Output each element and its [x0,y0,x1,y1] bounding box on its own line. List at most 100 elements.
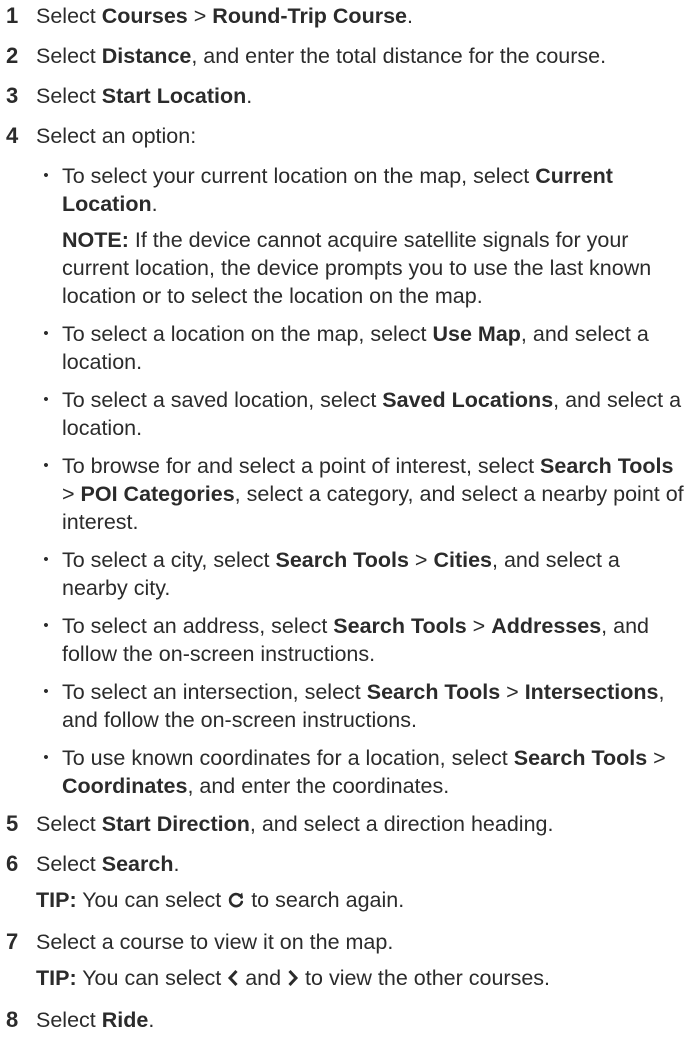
tip-label: TIP: [36,888,77,912]
text-run: To select an intersection, select [62,680,367,704]
chevron-left-icon [227,966,239,994]
text-run: > [466,614,492,638]
text-run: To select an address, select [62,614,334,638]
text-run: > [500,680,525,704]
option-text: To select a saved location, select Saved… [62,386,688,442]
option-item: • To use known coordinates for a location… [36,744,688,800]
step-number: 2 [6,43,19,68]
step-number: 7 [6,929,19,954]
ui-term: Search Tools [333,614,467,638]
step-6: 6 Select Search. TIP: You can select to se… [6,850,688,916]
bullet-marker: • [43,551,49,568]
text-run: You can select [76,966,228,990]
step-text: Select Start Location. [36,82,688,110]
bullet-marker: • [43,683,49,700]
option-item: • To select a saved location, select Save… [36,386,688,442]
step-number: 4 [6,123,19,148]
bullet-marker: • [43,391,49,408]
step-number: 5 [6,811,19,836]
option-item: • To select an intersection, select Searc… [36,678,688,734]
ui-term: Use Map [432,322,521,346]
option-text: To select a location on the map, select … [62,320,688,376]
text-run: > [62,482,81,506]
text-run: > [408,548,434,572]
step-number: 1 [6,3,19,28]
text-run: > [647,746,666,770]
text-run: to view the other courses. [299,966,551,990]
text-run: Select a course to view it on the map. [36,930,394,954]
text-run: Select [36,4,102,28]
ui-term: Start Location [101,84,247,108]
ui-term: Distance [101,44,192,68]
ui-term: Search [101,852,174,876]
ui-term: Addresses [491,614,602,638]
option-item: • To browse for and select a point of int… [36,452,688,536]
text-run: To browse for and select a point of inte… [62,454,541,478]
ui-term: Saved Locations [382,388,554,412]
step-number: 3 [6,83,19,108]
tip: TIP: You can select to search again. [36,886,688,916]
text-run: To select your current location on the m… [62,164,536,188]
chevron-right-icon [287,966,299,994]
text-run: To use known coordinates for a location,… [62,746,514,770]
option-list: • To select your current location on the … [36,162,688,800]
step-text: Select Search. [36,850,688,878]
option-item: • To select a location on the map, select… [36,320,688,376]
text-run: to search again. [245,888,405,912]
text-run: , and enter the coordinates. [187,774,450,798]
step-1: 1 Select Courses > Round-Trip Course. [6,2,688,30]
step-4: 4 Select an option: • To select your curren… [6,122,688,800]
ui-term: Search Tools [540,454,674,478]
text-run: , and select a direction heading. [249,812,554,836]
option-text: To browse for and select a point of inte… [62,452,688,536]
step-text: Select Distance, and enter the total dis… [36,42,688,70]
note: NOTE: If the device cannot acquire satel… [62,226,688,310]
ui-term: Search Tools [513,746,648,770]
step-7: 7 Select a course to view it on the map. T… [6,928,688,994]
text-run: To select a saved location, select [62,388,383,412]
step-text: Select Start Direction, and select a dir… [36,810,688,838]
option-item: • To select a city, select Search Tools >… [36,546,688,602]
ui-term: Courses [101,4,188,28]
ui-term: Cities [433,548,492,572]
ui-term: Start Direction [101,812,250,836]
ui-term: Search Tools [366,680,501,704]
text-run: . [173,852,180,876]
step-5: 5 Select Start Direction, and select a di… [6,810,688,838]
option-text: To use known coordinates for a location,… [62,744,688,800]
text-run: Select [36,852,102,876]
bullet-marker: • [43,617,49,634]
text-run: . [151,192,158,216]
option-text: To select your current location on the m… [62,162,688,218]
option-text: To select a city, select Search Tools > … [62,546,688,602]
step-3: 3 Select Start Location. [6,82,688,110]
text-run: . [406,4,413,28]
text-run: Select [36,84,102,108]
step-text: Select a course to view it on the map. [36,928,688,956]
text-run: . [148,1008,155,1032]
ui-term: Search Tools [275,548,409,572]
text-run: To select a city, select [62,548,276,572]
text-run: Select [36,1008,102,1032]
ui-term: Round-Trip Course [212,4,407,28]
text-run: You can select [76,888,228,912]
tip: TIP: You can select and to view the othe… [36,964,688,994]
ui-term: Coordinates [62,774,188,798]
text-run: > [187,4,213,28]
text-run: Select [36,812,102,836]
step-8: 8 Select Ride. [6,1006,688,1034]
bullet-marker: • [43,457,49,474]
text-run: To select a location on the map, select [62,322,433,346]
option-text: To select an intersection, select Search… [62,678,688,734]
step-number: 8 [6,1007,19,1032]
ui-term: Ride [101,1008,149,1032]
step-2: 2 Select Distance, and enter the total di… [6,42,688,70]
text-run: . [246,84,253,108]
bullet-marker: • [43,325,49,342]
option-item: • To select your current location on the … [36,162,688,310]
step-text: Select Ride. [36,1006,688,1034]
note-label: NOTE: [62,228,129,252]
step-number: 6 [6,851,19,876]
text-run: , and enter the total distance for the c… [191,44,607,68]
ui-term: POI Categories [80,482,235,506]
